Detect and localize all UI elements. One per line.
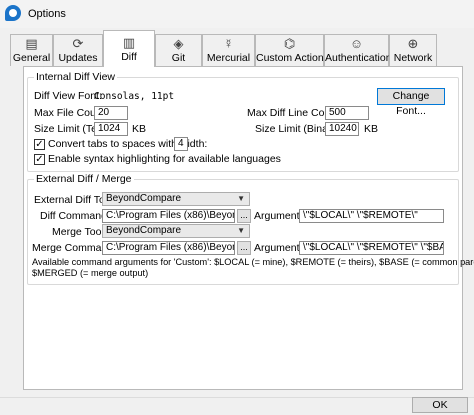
merge-command-browse-button[interactable]: ... xyxy=(237,241,251,255)
size-limit-binary-unit: KB xyxy=(364,123,379,135)
tab-label: General xyxy=(12,52,51,64)
app-icon xyxy=(5,5,21,21)
tab-authentication[interactable]: ☺ Authentication xyxy=(324,34,392,66)
tab-label: Mercurial xyxy=(206,52,251,64)
internal-diff-group: Internal Diff View Diff View Font: Conso… xyxy=(27,71,459,172)
group-title: Internal Diff View xyxy=(34,71,117,83)
convert-tabs-checkbox[interactable]: ✓ xyxy=(34,139,45,150)
diff-tab-panel: Internal Diff View Diff View Font: Conso… xyxy=(23,66,474,390)
diff-command-browse-button[interactable]: ... xyxy=(237,209,251,223)
chevron-down-icon: ▼ xyxy=(237,194,245,203)
network-icon: ⊕ xyxy=(407,36,419,51)
tab-git[interactable]: ◈ Git xyxy=(155,34,202,66)
authentication-icon: ☺ xyxy=(349,36,364,51)
tab-label: Diff xyxy=(121,51,137,63)
git-icon: ◈ xyxy=(173,36,184,51)
tab-custom-actions[interactable]: ⌬ Custom Actions xyxy=(255,34,329,66)
merge-arguments-input[interactable]: \"$LOCAL\" \"$REMOTE\" \"$BASE\" -o xyxy=(299,241,444,255)
size-limit-binary-input[interactable]: 10240 xyxy=(325,122,359,136)
help-text-line-1: Available command arguments for 'Custom'… xyxy=(32,257,474,267)
merge-command-input[interactable]: C:\Program Files (x86)\Beyond Cor xyxy=(102,241,235,255)
custom-actions-icon: ⌬ xyxy=(283,36,296,51)
syntax-highlighting-checkbox[interactable]: ✓ xyxy=(34,154,45,165)
title-bar: Options xyxy=(0,0,474,28)
tab-diff[interactable]: ▥ Diff xyxy=(103,30,155,67)
diff-arguments-input[interactable]: \"$LOCAL\" \"$REMOTE\" xyxy=(299,209,444,223)
diff-command-label: Diff Command: xyxy=(40,210,110,222)
diff-font-value: Consolas, 11pt xyxy=(94,91,175,102)
chevron-down-icon: ▼ xyxy=(237,226,245,235)
tab-width-input[interactable]: 4 xyxy=(174,137,188,151)
max-file-count-input[interactable]: 20 xyxy=(94,106,128,120)
tab-label: Updates xyxy=(58,52,98,64)
merge-tool-label: Merge Tool: xyxy=(52,226,107,238)
diff-font-label: Diff View Font: xyxy=(34,90,102,102)
change-font-button[interactable]: Change Font... xyxy=(377,88,445,117)
tab-general[interactable]: ▤ General xyxy=(10,34,53,66)
syntax-highlighting-label: Enable syntax highlighting for available… xyxy=(48,153,281,165)
tab-label: Git xyxy=(171,52,186,64)
size-limit-text-unit: KB xyxy=(132,123,147,135)
tab-label: Authentication xyxy=(325,52,392,64)
ok-button[interactable]: OK xyxy=(412,397,468,413)
general-icon: ▤ xyxy=(25,36,38,51)
size-limit-text-input[interactable]: 1024 xyxy=(94,122,128,136)
tab-mercurial[interactable]: ☿ Mercurial xyxy=(202,34,255,66)
mercurial-icon: ☿ xyxy=(223,36,234,51)
diff-icon: ▥ xyxy=(122,35,136,50)
group-title: External Diff / Merge xyxy=(34,173,134,185)
merge-tool-value: BeyondCompare xyxy=(106,225,182,236)
merge-tool-select[interactable]: BeyondCompare ▼ xyxy=(102,224,250,238)
footer-divider xyxy=(0,397,474,398)
diff-tool-select[interactable]: BeyondCompare ▼ xyxy=(102,192,250,206)
external-diff-group: External Diff / Merge External Diff Tool… xyxy=(27,173,474,285)
tab-updates[interactable]: ⟳ Updates xyxy=(53,34,103,66)
updates-icon: ⟳ xyxy=(72,36,84,51)
diff-tool-value: BeyondCompare xyxy=(106,193,182,204)
max-line-count-input[interactable]: 500 xyxy=(325,106,369,120)
tab-label: Custom Actions xyxy=(256,52,329,64)
diff-command-input[interactable]: C:\Program Files (x86)\Beyond Cor xyxy=(102,209,235,223)
tab-network[interactable]: ⊕ Network xyxy=(389,34,437,66)
help-text-line-2: $MERGED (= merge output) xyxy=(32,268,149,278)
tab-label: Network xyxy=(393,52,433,64)
window-title: Options xyxy=(28,8,66,20)
